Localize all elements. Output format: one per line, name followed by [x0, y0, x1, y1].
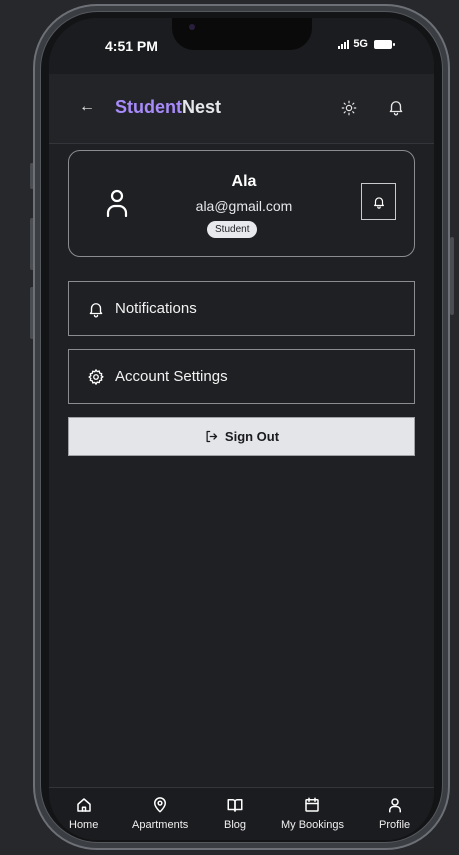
nav-label-apartments: Apartments	[132, 819, 189, 831]
profile-card: Ala ala@gmail.com Student	[68, 150, 415, 257]
nav-label-my-bookings: My Bookings	[281, 819, 344, 831]
phone-screen: 4:51 PM 5G ← StudentNest Ala ala@gmail.c…	[49, 18, 434, 840]
book-open-icon	[227, 799, 243, 812]
gear-icon	[88, 368, 104, 385]
nav-item-blog[interactable]: Blog	[224, 796, 246, 831]
map-pin-icon	[154, 797, 167, 813]
calendar-icon	[305, 797, 320, 812]
nav-label-profile: Profile	[379, 819, 411, 831]
back-arrow-icon[interactable]: ←	[79, 98, 95, 116]
log-out-icon	[206, 430, 218, 443]
nav-item-my-bookings[interactable]: My Bookings	[281, 796, 344, 831]
nav-label-blog: Blog	[224, 819, 247, 831]
signal-icon	[338, 39, 350, 49]
notch	[172, 18, 312, 50]
brand-logo[interactable]: StudentNest	[115, 97, 221, 118]
side-button-power	[450, 237, 454, 315]
bell-icon	[373, 196, 384, 209]
status-indicators: 5G	[338, 38, 395, 50]
home-icon	[76, 798, 91, 812]
status-bar: 4:51 PM 5G	[49, 18, 434, 74]
nav-label-home: Home	[69, 819, 99, 831]
sign-out-label: Sign Out	[224, 429, 280, 444]
status-time: 4:51 PM	[105, 38, 158, 54]
account-settings-button[interactable]: Account Settings	[68, 349, 415, 404]
sign-out-button[interactable]: Sign Out	[68, 417, 415, 456]
notifications-button[interactable]: Notifications	[68, 281, 415, 336]
header-bell-icon[interactable]	[387, 98, 405, 121]
bottom-navigation: Home Apartments Blog My Bookings Profile	[49, 787, 434, 840]
notifications-label: Notifications	[115, 300, 197, 317]
network-label: 5G	[353, 38, 368, 50]
camera-icon	[189, 24, 195, 30]
brand-part-student: Student	[115, 97, 182, 117]
bell-icon	[89, 302, 103, 317]
profile-email: ala@gmail.com	[195, 198, 293, 214]
profile-name: Ala	[231, 173, 257, 190]
user-avatar-icon	[106, 189, 128, 222]
profile-notification-button[interactable]	[361, 183, 396, 220]
battery-icon	[374, 39, 395, 49]
role-badge: Student	[207, 221, 258, 238]
nav-item-profile[interactable]: Profile	[379, 796, 410, 831]
nav-item-home[interactable]: Home	[69, 796, 98, 831]
brand-part-nest: Nest	[182, 97, 222, 117]
theme-toggle-sun-icon[interactable]	[340, 99, 358, 122]
nav-item-apartments[interactable]: Apartments	[132, 796, 188, 831]
app-header: ← StudentNest	[49, 74, 434, 144]
account-settings-label: Account Settings	[115, 368, 228, 385]
user-icon	[388, 798, 401, 813]
